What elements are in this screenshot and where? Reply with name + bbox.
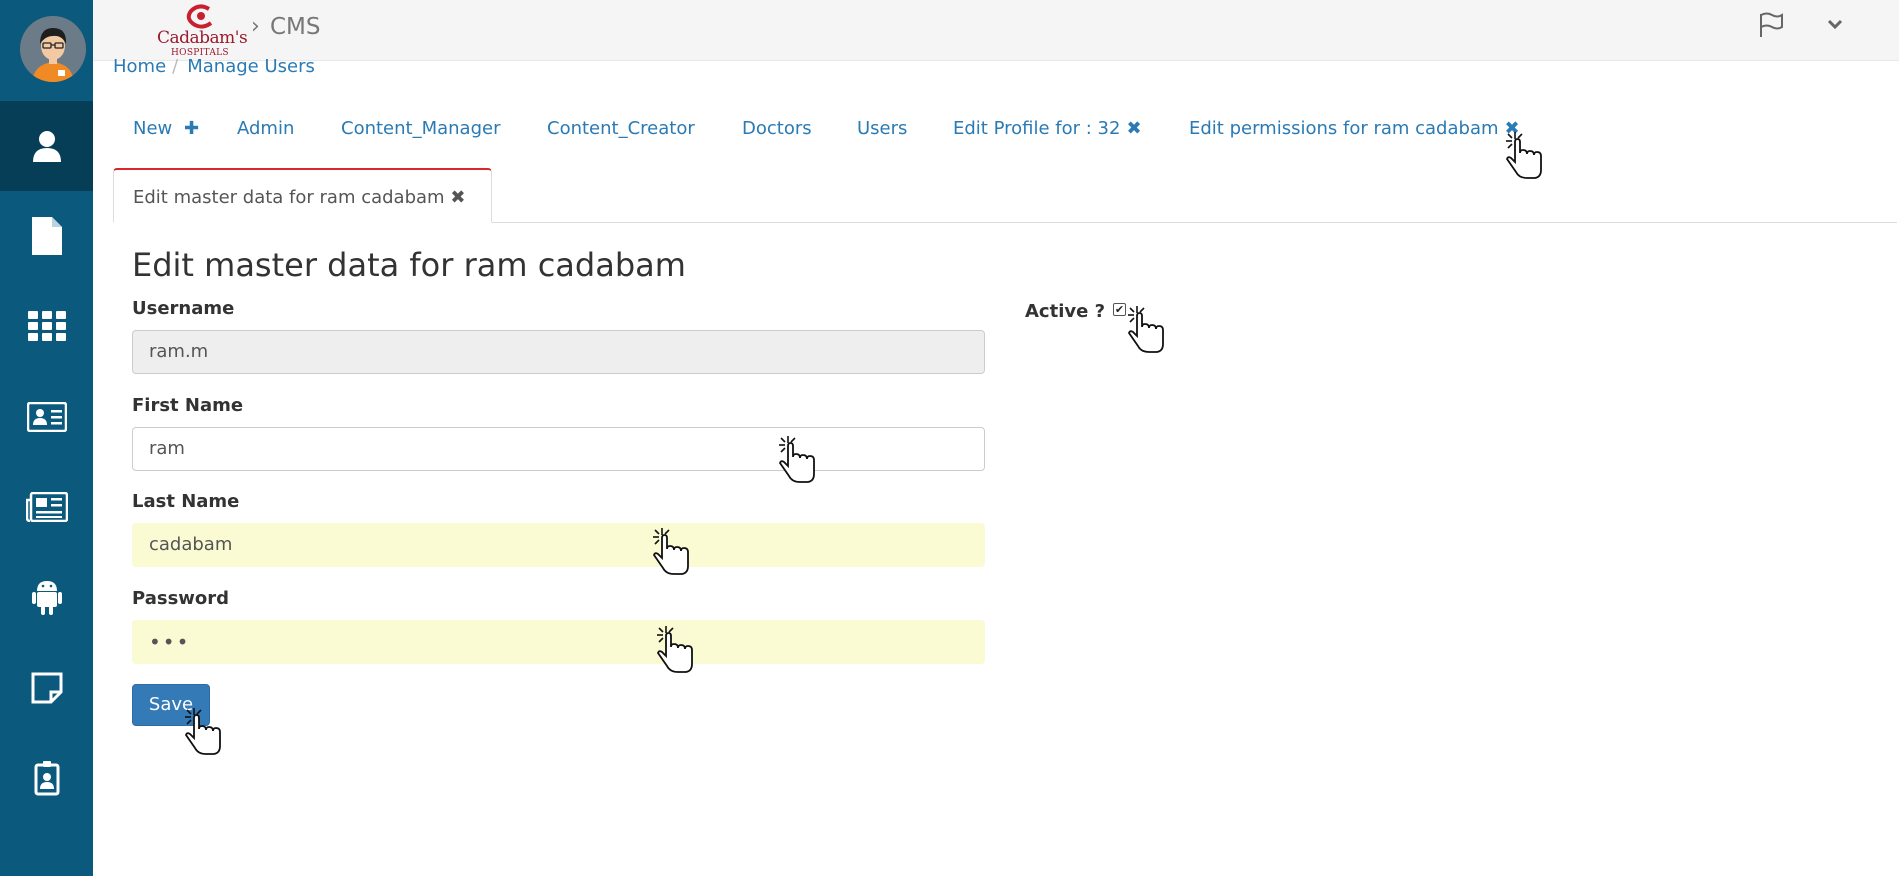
tab-edit-permissions[interactable]: Edit permissions for ram cadabam ✖: [1189, 118, 1520, 139]
user-avatar[interactable]: [20, 16, 86, 82]
breadcrumb-separator: /: [172, 56, 179, 77]
sidebar-item-apps[interactable]: [0, 281, 93, 371]
password-field[interactable]: •••: [132, 620, 985, 664]
flag-icon[interactable]: [1756, 10, 1786, 40]
hand-cursor-icon: [1506, 132, 1542, 179]
first-name-field[interactable]: ram: [132, 427, 985, 471]
breadcrumb: Home / Manage Users: [113, 56, 315, 77]
breadcrumb-home-link[interactable]: Home: [113, 56, 166, 77]
last-name-field[interactable]: cadabam: [132, 523, 985, 567]
badge-icon: [34, 760, 60, 796]
android-icon: [31, 579, 62, 615]
close-icon[interactable]: ✖: [1126, 118, 1141, 139]
sidebar-item-documents[interactable]: [0, 191, 93, 281]
tab-content-manager[interactable]: Content_Manager: [341, 118, 501, 139]
sticky-note-icon: [31, 672, 63, 704]
file-icon: [31, 217, 62, 255]
id-card-icon: [26, 402, 67, 432]
chevron-down-icon[interactable]: [1820, 10, 1850, 40]
logo-text: Cadabam's: [157, 28, 248, 48]
tab-content-creator[interactable]: Content_Creator: [547, 118, 695, 139]
password-label: Password: [132, 588, 230, 609]
close-icon[interactable]: ✖: [450, 187, 465, 208]
first-name-label: First Name: [132, 395, 244, 416]
sidebar-item-profiles[interactable]: [0, 372, 93, 462]
logo-mark-icon: [186, 4, 213, 29]
breadcrumb-manage-users-link[interactable]: Manage Users: [187, 56, 315, 77]
username-label: Username: [132, 298, 235, 319]
hand-cursor-icon: [657, 626, 693, 673]
active-label: Active ?: [1025, 301, 1106, 322]
sidebar: [0, 0, 93, 876]
sidebar-item-users[interactable]: [0, 101, 93, 191]
tab-admin[interactable]: Admin: [237, 118, 294, 139]
sidebar-item-android[interactable]: [0, 552, 93, 642]
tab-new[interactable]: New ✚: [133, 118, 199, 139]
hand-cursor-icon: [185, 708, 221, 755]
hand-cursor-icon: [1128, 306, 1164, 353]
app-title[interactable]: CMS: [270, 14, 321, 40]
tab-doctors[interactable]: Doctors: [742, 118, 812, 139]
tab-users[interactable]: Users: [857, 118, 907, 139]
top-bar: Cadabam's HOSPITALS › CMS: [93, 0, 1899, 61]
sidebar-item-news[interactable]: [0, 462, 93, 552]
last-name-label: Last Name: [132, 491, 240, 512]
page-title: Edit master data for ram cadabam: [132, 246, 686, 284]
grid-icon: [27, 311, 66, 341]
hand-cursor-icon: [653, 528, 689, 575]
cadabams-logo[interactable]: Cadabam's HOSPITALS: [155, 3, 248, 58]
sidebar-item-badges[interactable]: [0, 733, 93, 823]
tab-edit-profile[interactable]: Edit Profile for : 32 ✖: [953, 118, 1142, 139]
hand-cursor-icon: [779, 436, 815, 483]
tab-edit-master-data[interactable]: Edit master data for ram cadabam ✖: [113, 168, 492, 223]
username-field[interactable]: ram.m: [132, 330, 985, 374]
chevron-right-icon: ›: [251, 14, 260, 39]
user-icon: [32, 130, 61, 162]
sidebar-item-notes[interactable]: [0, 643, 93, 733]
newspaper-icon: [25, 492, 68, 522]
plus-icon: ✚: [184, 118, 200, 139]
